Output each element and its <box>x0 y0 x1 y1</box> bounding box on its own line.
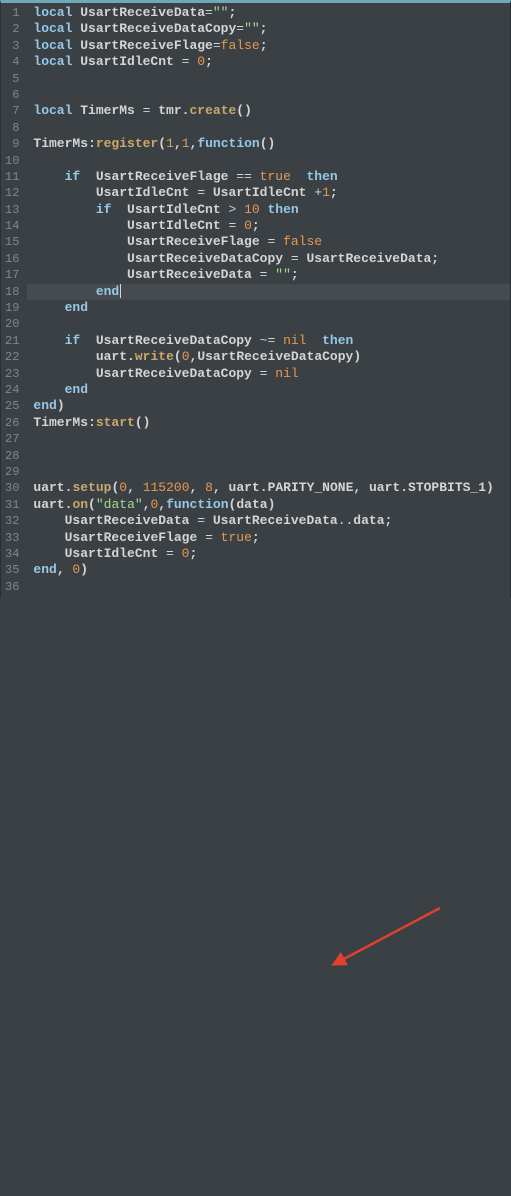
code-line[interactable]: UsartIdleCnt = UsartIdleCnt +1; <box>33 185 510 201</box>
line-gutter: 1234567891011121314151617181920212223242… <box>1 3 27 598</box>
code-line[interactable]: local UsartIdleCnt = 0; <box>33 54 510 70</box>
line-number: 18 <box>5 284 19 300</box>
code-line[interactable]: local UsartReceiveData=""; <box>33 5 510 21</box>
line-number: 13 <box>5 202 19 218</box>
code-line[interactable]: TimerMs:register(1,1,function() <box>33 136 510 152</box>
code-line[interactable] <box>33 579 510 595</box>
text-cursor <box>120 284 121 298</box>
code-area[interactable]: local UsartReceiveData="";local UsartRec… <box>27 3 510 598</box>
code-line[interactable]: UsartIdleCnt = 0; <box>33 546 510 562</box>
code-line[interactable] <box>33 153 510 169</box>
line-number: 35 <box>5 562 19 578</box>
code-line[interactable]: end <box>33 284 510 300</box>
line-number: 29 <box>5 464 19 480</box>
code-line[interactable]: if UsartIdleCnt > 10 then <box>33 202 510 218</box>
code-line[interactable]: TimerMs:start() <box>33 415 510 431</box>
code-line[interactable]: uart.on("data",0,function(data) <box>33 497 510 513</box>
line-number: 16 <box>5 251 19 267</box>
line-number: 30 <box>5 480 19 496</box>
line-number: 10 <box>5 153 19 169</box>
line-number: 24 <box>5 382 19 398</box>
code-line[interactable]: UsartReceiveDataCopy = UsartReceiveData; <box>33 251 510 267</box>
code-line[interactable]: UsartReceiveFlage = false <box>33 234 510 250</box>
line-number: 3 <box>5 38 19 54</box>
line-number: 4 <box>5 54 19 70</box>
code-line[interactable]: end <box>33 300 510 316</box>
line-number: 23 <box>5 366 19 382</box>
line-number: 34 <box>5 546 19 562</box>
code-line[interactable]: local UsartReceiveFlage=false; <box>33 38 510 54</box>
code-line[interactable] <box>33 431 510 447</box>
line-number: 12 <box>5 185 19 201</box>
code-line[interactable]: end) <box>33 398 510 414</box>
code-line[interactable]: if UsartReceiveFlage == true then <box>33 169 510 185</box>
code-line[interactable]: UsartReceiveData = UsartReceiveData..dat… <box>33 513 510 529</box>
code-editor[interactable]: 1234567891011121314151617181920212223242… <box>0 0 511 598</box>
line-number: 28 <box>5 448 19 464</box>
code-line[interactable]: local UsartReceiveDataCopy=""; <box>33 21 510 37</box>
code-line[interactable] <box>33 316 510 332</box>
code-line[interactable]: UsartReceiveFlage = true; <box>33 530 510 546</box>
line-number: 36 <box>5 579 19 595</box>
code-line[interactable]: uart.write(0,UsartReceiveDataCopy) <box>33 349 510 365</box>
code-line[interactable]: uart.setup(0, 115200, 8, uart.PARITY_NON… <box>33 480 510 496</box>
annotation-arrow-icon <box>0 598 511 1196</box>
line-number: 9 <box>5 136 19 152</box>
code-line[interactable] <box>33 448 510 464</box>
line-number: 27 <box>5 431 19 447</box>
line-number: 15 <box>5 234 19 250</box>
line-number: 17 <box>5 267 19 283</box>
code-line[interactable] <box>33 71 510 87</box>
code-line[interactable] <box>33 87 510 103</box>
code-line[interactable]: UsartIdleCnt = 0; <box>33 218 510 234</box>
line-number: 1 <box>5 5 19 21</box>
line-number: 19 <box>5 300 19 316</box>
line-number: 14 <box>5 218 19 234</box>
line-number: 2 <box>5 21 19 37</box>
line-number: 33 <box>5 530 19 546</box>
code-line[interactable]: UsartReceiveDataCopy = nil <box>33 366 510 382</box>
line-number: 25 <box>5 398 19 414</box>
code-line[interactable] <box>33 120 510 136</box>
code-line[interactable]: local TimerMs = tmr.create() <box>33 103 510 119</box>
code-line[interactable]: if UsartReceiveDataCopy ~= nil then <box>33 333 510 349</box>
line-number: 31 <box>5 497 19 513</box>
code-line[interactable]: end <box>33 382 510 398</box>
line-number: 5 <box>5 71 19 87</box>
line-number: 8 <box>5 120 19 136</box>
line-number: 7 <box>5 103 19 119</box>
code-line[interactable]: UsartReceiveData = ""; <box>33 267 510 283</box>
line-number: 22 <box>5 349 19 365</box>
code-line[interactable] <box>33 464 510 480</box>
code-line[interactable]: end, 0) <box>33 562 510 578</box>
line-number: 6 <box>5 87 19 103</box>
line-number: 32 <box>5 513 19 529</box>
line-number: 26 <box>5 415 19 431</box>
line-number: 11 <box>5 169 19 185</box>
line-number: 21 <box>5 333 19 349</box>
line-number: 20 <box>5 316 19 332</box>
